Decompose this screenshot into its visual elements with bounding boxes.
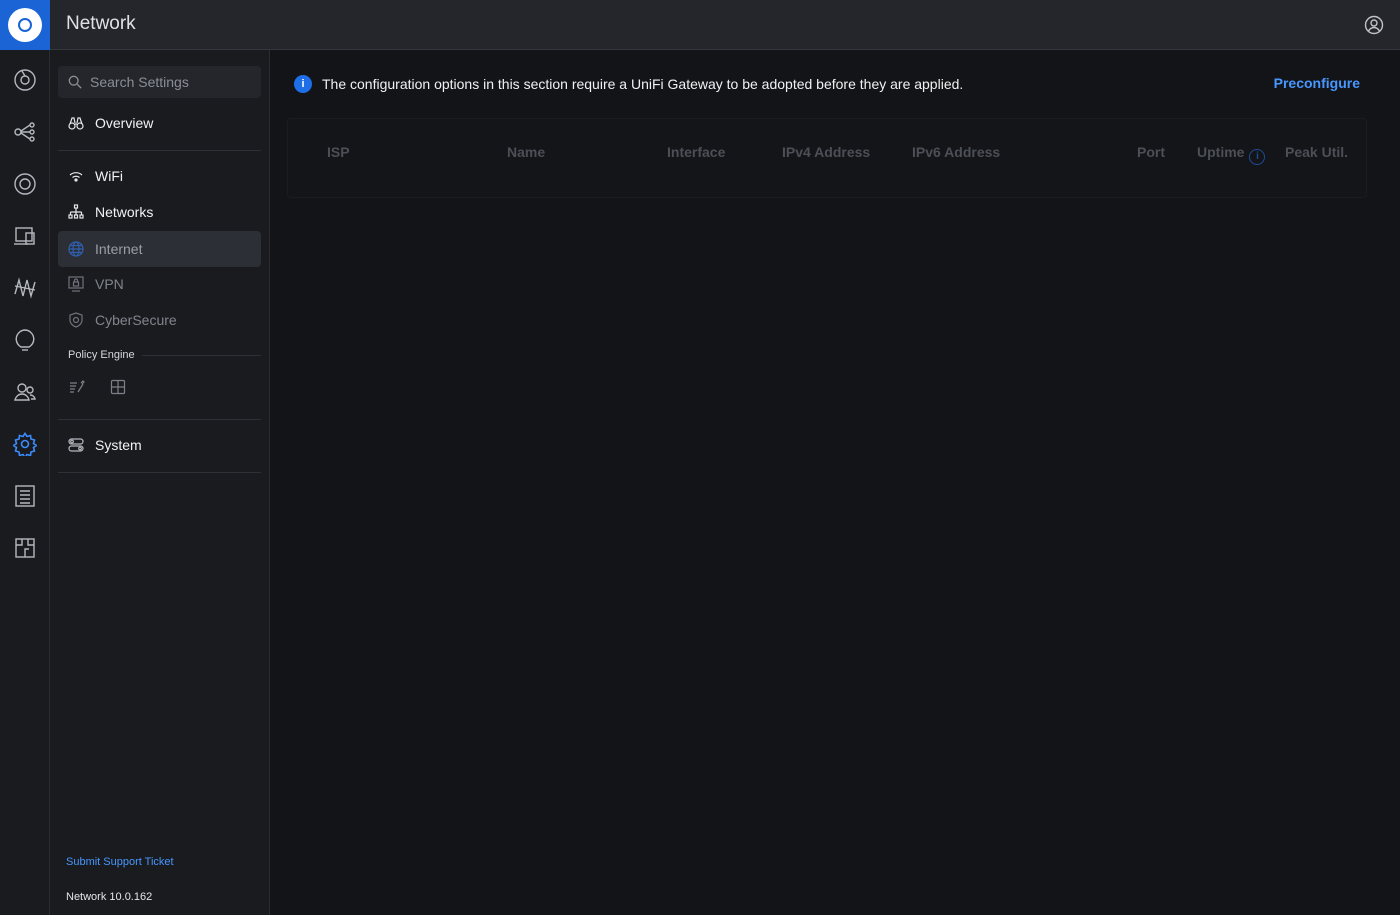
logo-icon <box>8 8 42 42</box>
column-header-isp[interactable]: ISP <box>327 144 350 160</box>
floorplan-icon[interactable] <box>13 536 37 560</box>
settings-icon[interactable] <box>12 432 38 459</box>
sidebar-item-vpn[interactable]: VPN <box>58 266 261 302</box>
preconfigure-button[interactable]: Preconfigure <box>1274 75 1360 91</box>
info-icon: i <box>294 75 312 93</box>
divider <box>58 419 261 420</box>
settings-sidebar: Overview WiFi Networks Internet VPN Cybe… <box>50 50 270 915</box>
sidebar-item-label: Internet <box>95 241 143 257</box>
column-header-ipv6[interactable]: IPv6 Address <box>912 144 1000 160</box>
column-header-interface[interactable]: Interface <box>667 144 725 160</box>
devices-icon[interactable] <box>13 172 37 196</box>
column-header-uptime[interactable]: Uptime i <box>1197 144 1266 165</box>
divider <box>58 150 261 151</box>
main-content: i The configuration options in this sect… <box>270 50 1400 915</box>
gateway-notice: i The configuration options in this sect… <box>294 75 963 93</box>
policy-engine-label: Policy Engine <box>68 349 135 361</box>
column-header-name[interactable]: Name <box>507 144 545 160</box>
client-devices-icon[interactable] <box>13 224 37 248</box>
dashboard-icon[interactable] <box>13 68 37 92</box>
topology-icon[interactable] <box>13 120 37 144</box>
unifi-logo[interactable] <box>0 0 50 50</box>
column-header-ipv4[interactable]: IPv4 Address <box>782 144 870 160</box>
search-settings[interactable] <box>58 66 261 98</box>
search-input[interactable] <box>90 74 250 90</box>
users-icon[interactable] <box>13 380 37 404</box>
logs-icon[interactable] <box>13 484 37 508</box>
shield-icon <box>67 311 85 329</box>
sidebar-item-label: Overview <box>95 115 154 131</box>
insights-icon[interactable] <box>13 276 37 300</box>
sidebar-item-label: CyberSecure <box>95 312 177 328</box>
search-icon <box>68 75 82 89</box>
column-header-port[interactable]: Port <box>1137 144 1165 160</box>
app-version: Network 10.0.162 <box>66 891 153 903</box>
globe-icon <box>67 240 85 258</box>
sidebar-item-wifi[interactable]: WiFi <box>58 158 261 194</box>
sidebar-item-label: Networks <box>95 204 154 220</box>
divider <box>58 472 261 473</box>
sidebar-item-networks[interactable]: Networks <box>58 194 261 230</box>
system-toggle-icon <box>67 436 85 454</box>
column-header-peak-util[interactable]: Peak Util. <box>1285 144 1348 160</box>
sidebar-item-label: System <box>95 437 142 453</box>
wifi-icon <box>67 167 85 185</box>
notice-text: The configuration options in this sectio… <box>322 76 964 92</box>
sidebar-item-label: VPN <box>95 276 124 292</box>
app-title: Network <box>66 13 136 34</box>
binoculars-icon <box>67 114 85 132</box>
sidebar-item-system[interactable]: System <box>58 427 261 463</box>
submit-support-ticket-link[interactable]: Submit Support Ticket <box>66 856 174 868</box>
traffic-rules-icon[interactable] <box>69 379 85 395</box>
sidebar-item-overview[interactable]: Overview <box>58 105 261 141</box>
policy-table-icon[interactable] <box>110 379 126 395</box>
sidebar-item-internet[interactable]: Internet <box>58 231 261 267</box>
user-profile-icon[interactable] <box>1364 15 1384 35</box>
sidebar-item-cybersecure[interactable]: CyberSecure <box>58 302 261 338</box>
uptime-info-icon[interactable]: i <box>1249 149 1266 165</box>
isp-table: ISP Name Interface IPv4 Address IPv6 Add… <box>287 118 1367 198</box>
network-tree-icon <box>67 203 85 221</box>
app-nav-rail <box>0 50 50 915</box>
divider <box>142 355 261 356</box>
uptime-label: Uptime <box>1197 144 1245 160</box>
sidebar-item-label: WiFi <box>95 168 123 184</box>
vpn-icon <box>67 275 85 293</box>
hotspot-icon[interactable] <box>13 328 37 352</box>
top-bar: Network <box>0 0 1400 50</box>
